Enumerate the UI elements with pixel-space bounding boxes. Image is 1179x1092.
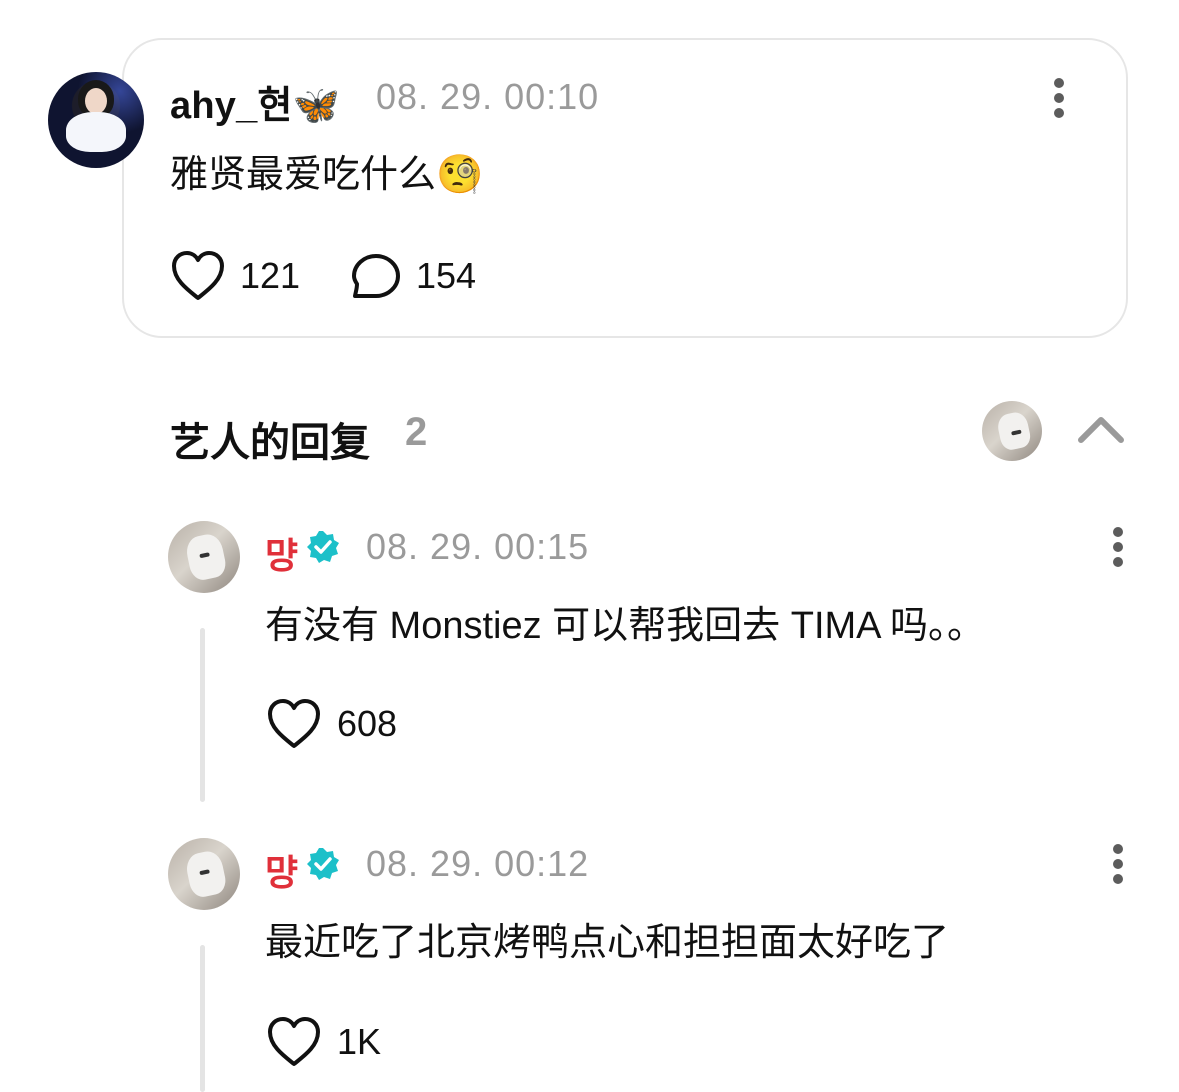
reply-text: 有没有 Monstiez 可以帮我回去 TIMA 吗。。 — [265, 605, 985, 647]
comment-icon — [352, 254, 400, 298]
thread-line — [200, 628, 205, 802]
artist-replies-count: 2 — [405, 410, 428, 454]
comment-button[interactable] — [350, 252, 402, 302]
heart-icon — [268, 699, 320, 748]
verified-badge-icon — [305, 529, 341, 565]
artist-avatar-preview — [982, 401, 1042, 461]
post-like-count: 121 — [240, 255, 301, 296]
collapse-button[interactable] — [1076, 412, 1126, 446]
heart-icon — [172, 251, 224, 300]
post-author-avatar[interactable] — [48, 72, 144, 168]
post-timestamp: 08. 29. 00:10 — [376, 76, 600, 117]
chevron-up-icon — [1078, 417, 1124, 443]
reply-username[interactable]: 먕 — [265, 844, 298, 896]
post-username[interactable]: ahy_현🦋 — [170, 74, 340, 129]
reply-like-count: 1K — [337, 1021, 382, 1062]
thread-line — [200, 945, 205, 1092]
more-options-icon[interactable] — [1109, 525, 1129, 569]
post-comment-count: 154 — [416, 255, 477, 296]
more-options-icon[interactable] — [1109, 842, 1129, 886]
reply-username[interactable]: 먕 — [265, 527, 298, 579]
reply-like-button[interactable] — [266, 698, 322, 750]
heart-icon — [268, 1017, 320, 1066]
reply-author-avatar[interactable] — [168, 521, 240, 593]
reply-text: 最近吃了北京烤鸭点心和担担面太好吃了 — [265, 922, 950, 964]
reply-timestamp: 08. 29. 00:12 — [366, 843, 590, 884]
reply-author-avatar[interactable] — [168, 838, 240, 910]
reply-like-button[interactable] — [266, 1016, 322, 1068]
verified-badge-icon — [305, 846, 341, 882]
artist-replies-title: 艺人的回复 — [170, 421, 370, 465]
like-button[interactable] — [170, 250, 226, 302]
reply-timestamp: 08. 29. 00:15 — [366, 526, 590, 567]
more-options-icon[interactable] — [1050, 76, 1070, 120]
reply-like-count: 608 — [337, 703, 398, 744]
post-text: 雅贤最爱吃什么🧐 — [170, 154, 484, 196]
